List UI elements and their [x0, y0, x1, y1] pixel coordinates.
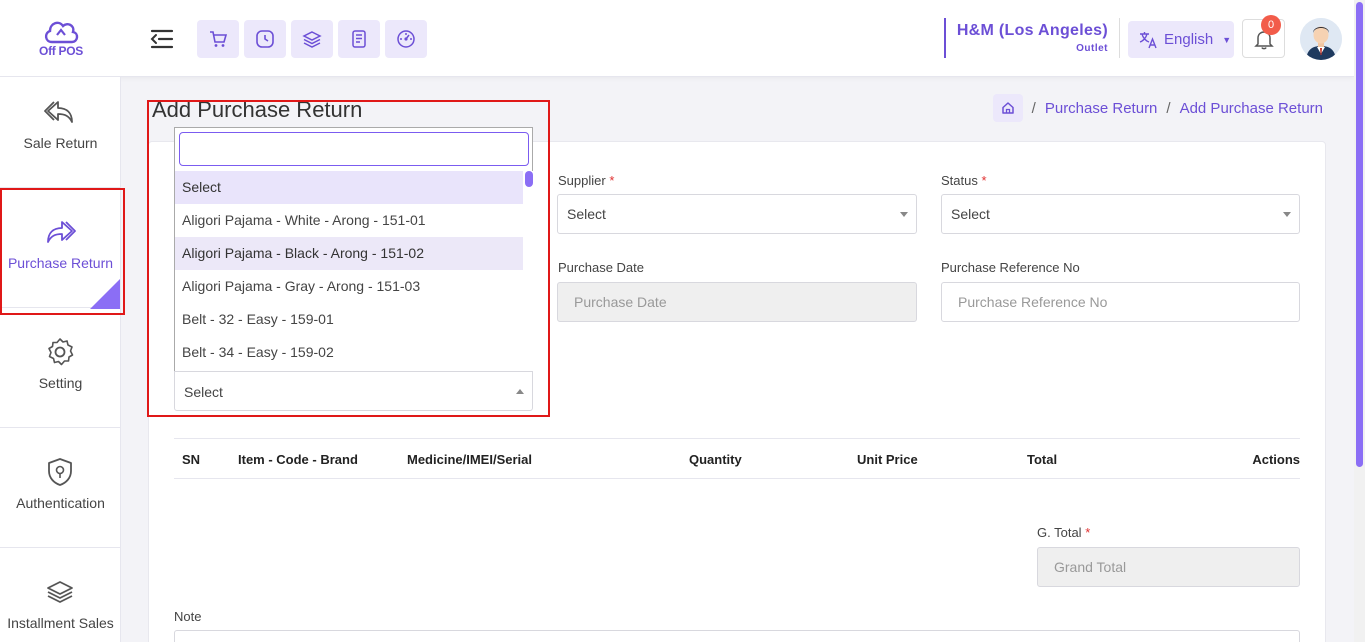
gear-icon [48, 338, 74, 366]
stock-button[interactable] [291, 20, 333, 58]
cloud-logo-icon [44, 21, 79, 44]
column-header: Item - Code - Brand [238, 452, 358, 467]
pos-cart-button[interactable] [197, 20, 239, 58]
sidebar-item-setting[interactable]: Setting [0, 308, 121, 428]
status-select-value: Select [951, 206, 990, 222]
chevron-down-icon: ▼ [1222, 34, 1232, 45]
column-header: Actions [1252, 452, 1300, 467]
reply-all-icon [44, 101, 73, 123]
items-table-header: SN Item - Code - Brand Medicine/IMEI/Ser… [174, 438, 1300, 479]
column-header: Total [1027, 452, 1058, 467]
sidebar-item-authentication[interactable]: Authentication [0, 428, 121, 548]
grand-total-label: G. Total * [1037, 525, 1091, 540]
dropdown-highlight [147, 100, 550, 417]
breadcrumb-home[interactable] [992, 94, 1023, 122]
active-corner-marker [90, 279, 120, 309]
receipt-icon [352, 30, 366, 48]
purchase-ref-label: Purchase Reference No [941, 260, 1080, 275]
sidebar-item-label: Authentication [16, 495, 105, 511]
supplier-select[interactable]: Select [557, 194, 917, 234]
layers-icon [302, 31, 322, 48]
note-textarea[interactable] [174, 630, 1300, 642]
register-button[interactable] [338, 20, 380, 58]
dashboard-icon [397, 30, 415, 48]
cart-icon [210, 31, 228, 47]
breadcrumb-current: Add Purchase Return [1179, 99, 1323, 117]
column-header: Quantity [689, 452, 742, 467]
outlet-selector[interactable]: H&M (Los Angeles) Outlet [944, 18, 1120, 58]
purchase-date-input[interactable]: Purchase Date [557, 282, 917, 322]
outlet-type: Outlet [1076, 43, 1108, 54]
top-header: Off POS H&M (Los Angeles) Outlet English… [0, 0, 1354, 77]
caret-down-icon [1283, 212, 1291, 217]
caret-down-icon [900, 212, 908, 217]
sidebar: Sale Return Purchase Return Setting Auth… [0, 77, 121, 642]
logo-text: Off POS [39, 44, 83, 58]
breadcrumb-separator: / [1031, 99, 1036, 117]
grand-total-input: Grand Total [1037, 547, 1300, 587]
column-header: Medicine/IMEI/Serial [407, 452, 532, 467]
home-icon [1001, 102, 1014, 114]
breadcrumb-separator: / [1166, 99, 1171, 117]
breadcrumb: / Purchase Return / Add Purchase Return [992, 94, 1323, 122]
column-header: Unit Price [857, 452, 918, 467]
notification-count-badge: 0 [1261, 15, 1281, 35]
sidebar-item-installment-sales[interactable]: Installment Sales [0, 548, 121, 642]
sidebar-item-label: Installment Sales [7, 615, 114, 631]
page-scrollbar[interactable] [1354, 0, 1365, 642]
status-label: Status * [941, 173, 987, 188]
dashboard-button[interactable] [385, 20, 427, 58]
sidebar-item-label: Sale Return [23, 135, 98, 151]
supplier-label: Supplier * [558, 173, 615, 188]
required-mark: * [1085, 525, 1091, 540]
purchase-ref-input[interactable]: Purchase Reference No [941, 282, 1300, 322]
purchase-date-label: Purchase Date [558, 260, 644, 275]
translate-icon [1139, 31, 1157, 48]
page-scrollbar-thumb[interactable] [1356, 2, 1363, 467]
sidebar-toggle-icon[interactable] [150, 28, 174, 50]
attendance-button[interactable] [244, 20, 286, 58]
user-avatar[interactable] [1300, 18, 1342, 60]
column-header: SN [182, 452, 201, 467]
clock-icon [256, 30, 274, 48]
required-mark: * [981, 173, 987, 188]
shield-key-icon [48, 458, 72, 486]
supplier-select-value: Select [567, 206, 606, 222]
sidebar-item-sale-return[interactable]: Sale Return [0, 68, 121, 188]
sidebar-item-label: Setting [38, 375, 83, 391]
layers-icon [47, 581, 73, 603]
status-select[interactable]: Select [941, 194, 1300, 234]
outlet-name: H&M (Los Angeles) [956, 22, 1108, 39]
language-label: English [1164, 31, 1214, 48]
note-label: Note [174, 609, 202, 624]
app-logo[interactable]: Off POS [36, 16, 86, 64]
breadcrumb-purchase-return[interactable]: Purchase Return [1045, 100, 1158, 117]
language-dropdown[interactable]: English ▼ [1128, 21, 1234, 58]
required-mark: * [609, 173, 615, 188]
